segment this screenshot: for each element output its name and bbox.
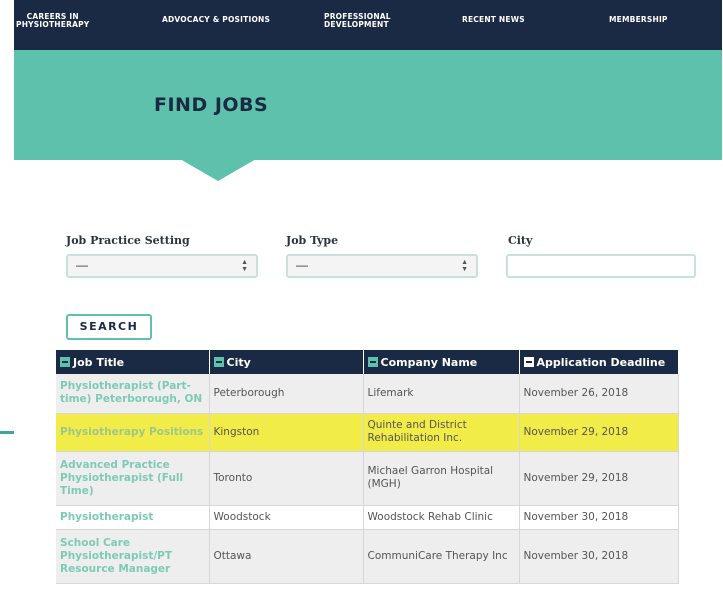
header-job-title[interactable]: Job Title: [56, 350, 210, 374]
table-row: Advanced Practice Physiotherapist (Full …: [56, 451, 679, 506]
header-company-name[interactable]: Company Name: [363, 350, 520, 374]
job-company: Quinte and District Rehabilitation Inc.: [363, 413, 520, 452]
header-deadline-label: Application Deadline: [536, 355, 666, 369]
nav-careers[interactable]: Careers in Physiotherapy: [16, 13, 89, 29]
page: Careers in Physiotherapy Advocacy & Posi…: [14, 0, 722, 592]
practice-setting-select[interactable]: — ▲ ▼: [66, 254, 258, 278]
table-row: School Care Physiotherapist/PT Resource …: [56, 529, 679, 584]
nav-advocacy[interactable]: Advocacy & Positions: [162, 16, 270, 24]
job-deadline: November 30, 2018: [519, 529, 679, 584]
nav-news-label: Recent News: [462, 15, 525, 24]
job-city: Toronto: [209, 451, 364, 506]
select-arrows-icon: ▲ ▼: [461, 259, 468, 273]
practice-setting-value: —: [76, 258, 88, 272]
job-title-link[interactable]: Physiotherapy Positions: [56, 413, 210, 452]
jobs-table: Job Title City Company Name Application …: [56, 350, 679, 584]
table-row: Physiotherapist (Part-time) Peterborough…: [56, 374, 679, 414]
job-company: Lifemark: [363, 374, 520, 414]
job-deadline: November 29, 2018: [519, 451, 679, 506]
city-input[interactable]: [506, 254, 696, 278]
job-title-link[interactable]: School Care Physiotherapist/PT Resource …: [56, 529, 210, 584]
job-city: Kingston: [209, 413, 364, 452]
header-city-label: City: [226, 355, 251, 369]
job-city: Woodstock: [209, 505, 364, 530]
practice-setting-label: Job Practice Setting: [66, 234, 190, 247]
job-company: Woodstock Rehab Clinic: [363, 505, 520, 530]
job-type-label: Job Type: [286, 234, 339, 247]
collapse-icon: [367, 356, 378, 367]
collapse-icon: [213, 356, 224, 367]
nav-professional-development[interactable]: Professional Development: [324, 13, 391, 29]
job-deadline: November 30, 2018: [519, 505, 679, 530]
job-deadline: November 29, 2018: [519, 413, 679, 452]
collapse-icon: [60, 356, 70, 367]
job-company: CommuniCare Therapy Inc: [363, 529, 520, 584]
job-company: Michael Garron Hospital (MGH): [363, 451, 520, 506]
page-title: FIND JOBS: [154, 94, 269, 116]
hero-pointer: [180, 159, 256, 181]
select-arrows-icon: ▲ ▼: [241, 259, 248, 273]
table-header-row: Job Title City Company Name Application …: [56, 350, 679, 374]
job-title-link[interactable]: Physiotherapist (Part-time) Peterborough…: [56, 374, 210, 414]
nav-recent-news[interactable]: Recent News: [462, 16, 525, 24]
job-city: Peterborough: [209, 374, 364, 414]
city-label: City: [508, 234, 533, 247]
job-deadline: November 26, 2018: [519, 374, 679, 414]
table-row: Physiotherapist Woodstock Woodstock Reha…: [56, 505, 679, 530]
header-job-title-label: Job Title: [73, 355, 125, 369]
nav-advocacy-label: Advocacy & Positions: [162, 15, 271, 24]
job-type-value: —: [296, 258, 308, 272]
top-nav: Careers in Physiotherapy Advocacy & Posi…: [14, 0, 722, 50]
job-city: Ottawa: [209, 529, 364, 584]
header-company-label: Company Name: [380, 355, 478, 369]
header-application-deadline[interactable]: Application Deadline: [519, 350, 679, 374]
job-title-link[interactable]: Physiotherapist: [56, 505, 210, 530]
job-title-link[interactable]: Advanced Practice Physiotherapist (Full …: [56, 451, 210, 506]
header-city[interactable]: City: [209, 350, 364, 374]
nav-membership[interactable]: Membership: [609, 16, 668, 24]
nav-membership-label: Membership: [609, 15, 668, 24]
nav-prodev-line2: Development: [324, 20, 389, 29]
job-type-select[interactable]: — ▲ ▼: [286, 254, 478, 278]
search-button[interactable]: SEARCH: [66, 314, 152, 340]
table-row-highlighted: Physiotherapy Positions Kingston Quinte …: [56, 413, 679, 452]
nav-careers-line2: Physiotherapy: [16, 20, 90, 29]
hero-banner: FIND JOBS: [14, 50, 722, 160]
collapse-icon: [523, 356, 534, 367]
